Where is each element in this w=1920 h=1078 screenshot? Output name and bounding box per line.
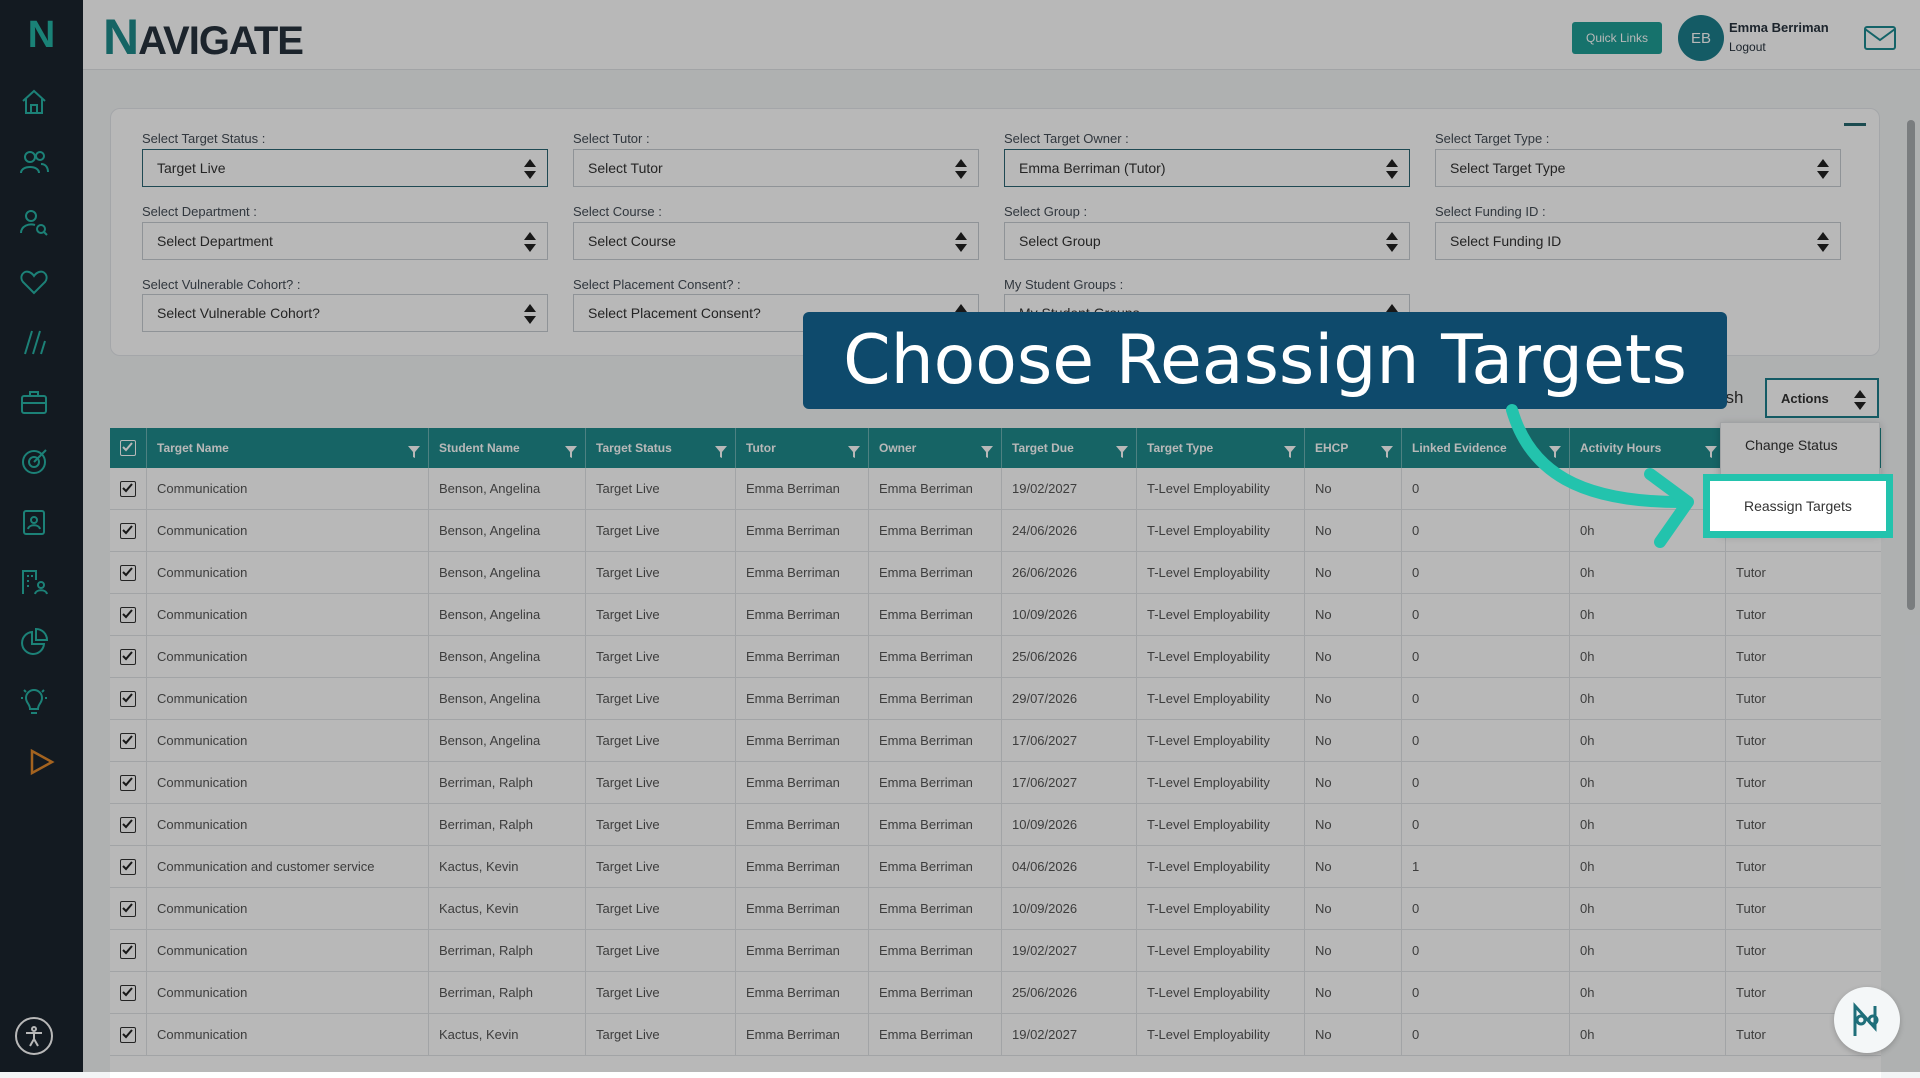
callout-arrow-icon bbox=[1506, 404, 1694, 548]
chat-bot-icon[interactable] bbox=[1834, 987, 1900, 1053]
reassign-targets-option[interactable]: Reassign Targets bbox=[1744, 498, 1852, 514]
tutorial-callout: Choose Reassign Targets bbox=[803, 312, 1727, 409]
